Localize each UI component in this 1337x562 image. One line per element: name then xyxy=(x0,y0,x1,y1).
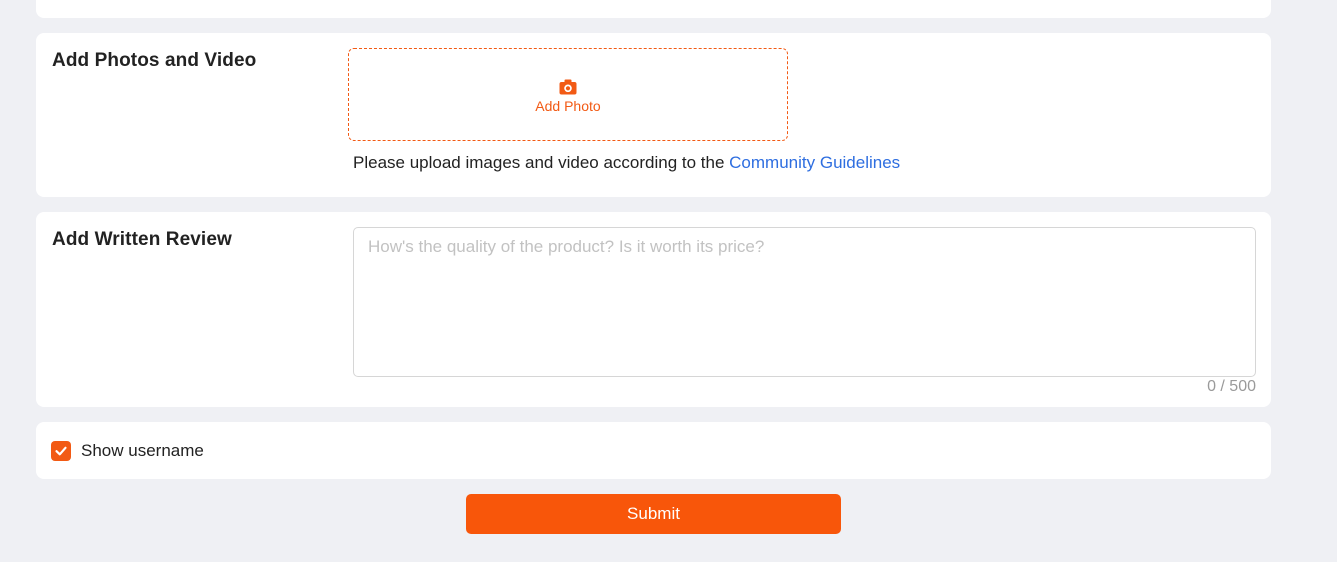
checkmark-icon xyxy=(55,446,67,456)
photos-section-title: Add Photos and Video xyxy=(52,50,257,71)
review-textarea[interactable] xyxy=(353,227,1256,377)
submit-button[interactable]: Submit xyxy=(466,494,841,534)
username-option-card: Show username xyxy=(36,422,1271,479)
show-username-checkbox[interactable] xyxy=(51,441,71,461)
guidelines-prefix: Please upload images and video according… xyxy=(353,153,730,172)
camera-icon xyxy=(559,79,577,95)
photos-section: Add Photos and Video Add Photo Please up… xyxy=(36,33,1271,197)
review-section-title: Add Written Review xyxy=(52,229,232,250)
upload-guidelines-text: Please upload images and video according… xyxy=(353,153,900,173)
add-photo-button[interactable]: Add Photo xyxy=(348,48,788,141)
previous-section-card xyxy=(36,0,1271,18)
char-counter: 0 / 500 xyxy=(1207,378,1256,395)
show-username-label[interactable]: Show username xyxy=(81,441,204,461)
review-section: Add Written Review 0 / 500 xyxy=(36,212,1271,407)
add-photo-label: Add Photo xyxy=(535,98,601,114)
community-guidelines-link[interactable]: Community Guidelines xyxy=(729,153,900,172)
